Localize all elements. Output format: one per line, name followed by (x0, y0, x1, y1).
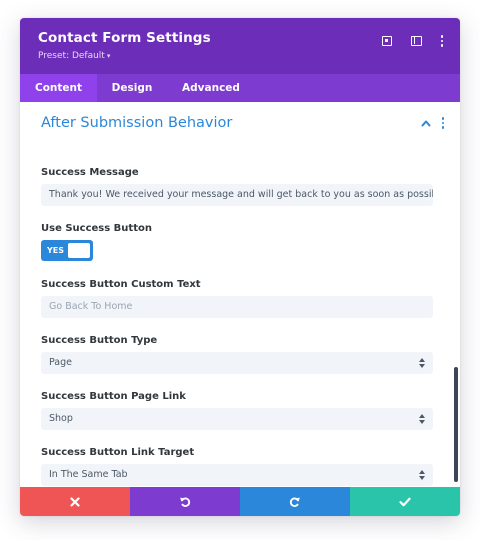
undo-icon (180, 497, 191, 507)
link-target-select[interactable]: In The Same Tab (41, 464, 433, 486)
preset-label: Preset: Default (38, 51, 105, 61)
select-arrows-icon (419, 358, 425, 368)
page-link-label: Success Button Page Link (41, 391, 186, 402)
select-arrows-icon (419, 414, 425, 424)
page-link-select[interactable]: Shop (41, 408, 433, 430)
button-type-select[interactable]: Page (41, 352, 433, 374)
select-arrows-icon (419, 470, 425, 480)
contact-form-settings-modal: Contact Form Settings Preset: Default ▾ C… (20, 18, 460, 516)
link-target-label: Success Button Link Target (41, 447, 195, 458)
split-view-icon[interactable] (406, 31, 426, 51)
expand-icon[interactable] (377, 31, 397, 51)
modal-footer (20, 487, 460, 516)
redo-icon (289, 497, 300, 507)
link-target-value: In The Same Tab (49, 469, 128, 480)
redo-button[interactable] (240, 487, 350, 516)
checkmark-icon (399, 497, 411, 506)
cancel-button[interactable] (20, 487, 130, 516)
section-options-icon[interactable] (439, 116, 447, 130)
use-success-button-toggle[interactable]: YES (41, 240, 93, 261)
scrollbar-thumb[interactable] (454, 367, 458, 482)
custom-text-label: Success Button Custom Text (41, 279, 201, 290)
tab-advanced[interactable]: Advanced (167, 74, 255, 102)
undo-button[interactable] (130, 487, 240, 516)
tab-bar: Content Design Advanced (20, 74, 460, 102)
more-options-icon[interactable] (432, 31, 452, 51)
custom-text-input[interactable]: Go Back To Home (41, 296, 433, 318)
save-button[interactable] (350, 487, 460, 516)
tab-design[interactable]: Design (97, 74, 167, 102)
modal-header[interactable]: Contact Form Settings Preset: Default ▾ (20, 18, 460, 74)
toggle-state-text: YES (47, 246, 65, 255)
button-type-label: Success Button Type (41, 335, 158, 346)
tab-content[interactable]: Content (20, 74, 97, 102)
use-success-button-label: Use Success Button (41, 223, 152, 234)
section-title[interactable]: After Submission Behavior (41, 115, 232, 131)
chevron-up-icon[interactable] (421, 119, 431, 127)
close-icon (70, 496, 80, 507)
success-message-input[interactable]: Thank you! We received your message and … (41, 184, 433, 206)
success-message-label: Success Message (41, 167, 139, 178)
caret-down-icon: ▾ (106, 52, 111, 60)
preset-selector[interactable]: Preset: Default ▾ (38, 51, 110, 61)
page-link-value: Shop (49, 413, 73, 424)
toggle-knob (68, 243, 90, 258)
button-type-value: Page (49, 357, 72, 368)
settings-content: After Submission Behavior Success Messag… (20, 102, 460, 487)
modal-title: Contact Form Settings (38, 30, 211, 46)
